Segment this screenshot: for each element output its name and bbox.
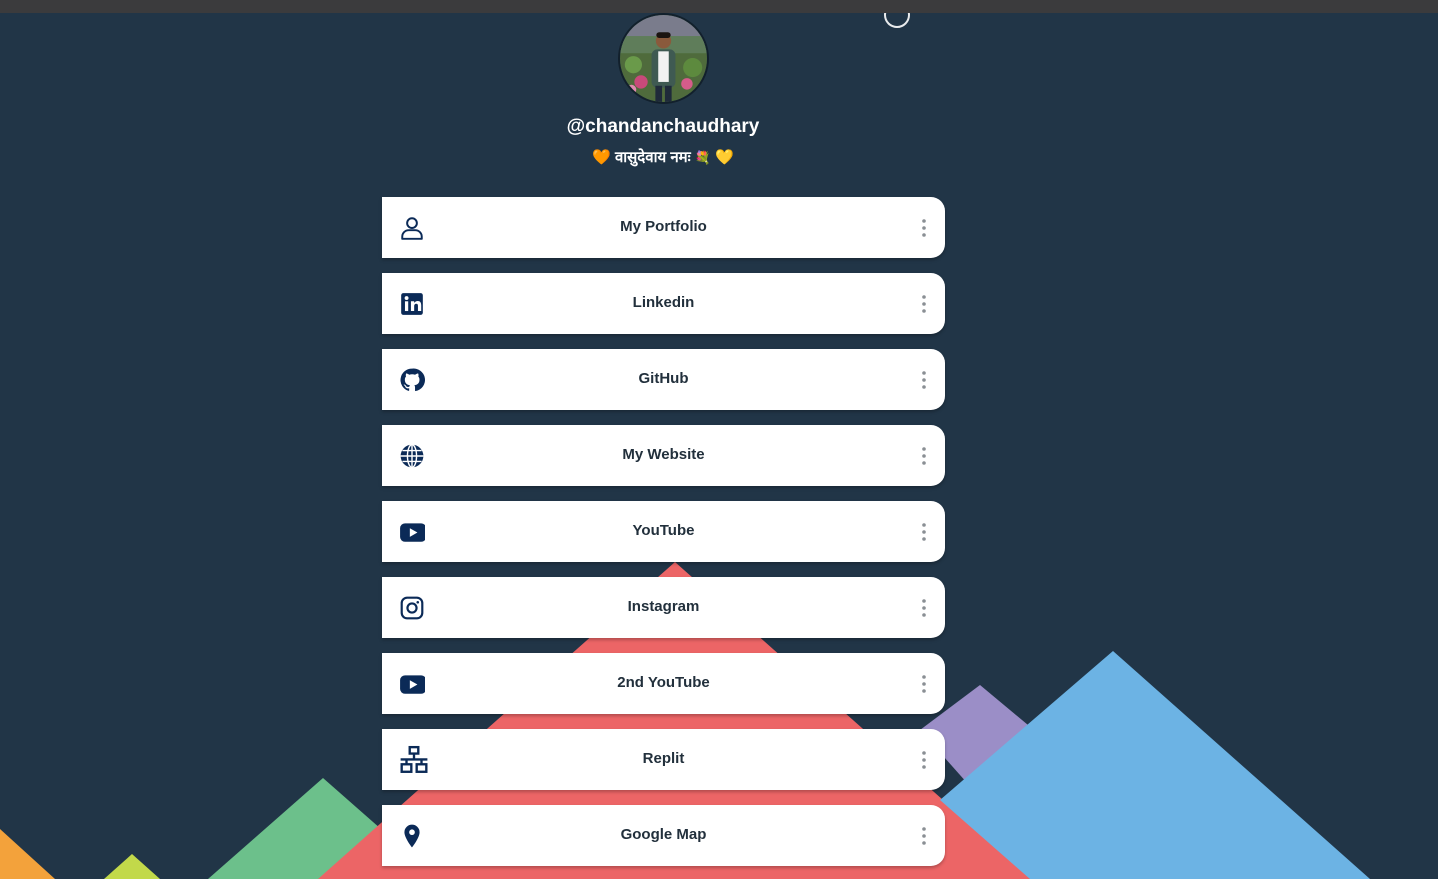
more-options-icon[interactable] xyxy=(917,445,931,467)
profile-header: @chandanchaudhary 🧡 वासुदेवाय नमः 💐 💛 xyxy=(0,0,1438,190)
more-options-icon[interactable] xyxy=(917,369,931,391)
linktree-page: @chandanchaudhary 🧡 वासुदेवाय नमः 💐 💛 My… xyxy=(0,0,1438,879)
link-github[interactable]: GitHub xyxy=(382,349,945,410)
link-linkedin[interactable]: Linkedin xyxy=(382,273,945,334)
link-instagram[interactable]: Instagram xyxy=(382,577,945,638)
link-label: YouTube xyxy=(632,522,695,539)
link-label: Google Map xyxy=(620,826,707,843)
more-options-icon[interactable] xyxy=(917,749,931,771)
bouquet-icon: 💐 xyxy=(694,150,712,165)
bio-text: वासुदेवाय नमः xyxy=(614,149,691,166)
link-label: My Portfolio xyxy=(620,218,707,235)
link-label: My Website xyxy=(622,446,705,463)
yellow-heart-icon: 💛 xyxy=(715,149,734,166)
orange-heart-icon: 🧡 xyxy=(592,149,611,166)
more-options-icon[interactable] xyxy=(917,825,931,847)
more-options-icon[interactable] xyxy=(917,217,931,239)
network-icon xyxy=(400,745,428,773)
person-icon xyxy=(401,217,423,240)
mountain-blue xyxy=(940,651,1370,879)
more-options-icon[interactable] xyxy=(917,293,931,315)
more-options-icon[interactable] xyxy=(917,597,931,619)
link-label: GitHub xyxy=(638,370,689,387)
avatar[interactable] xyxy=(618,13,709,104)
link-my-website[interactable]: My Website xyxy=(382,425,945,486)
profile-handle: @chandanchaudhary xyxy=(566,116,760,137)
mountain-yellow-green xyxy=(104,854,160,879)
link-2nd-youtube[interactable]: 2nd YouTube xyxy=(382,653,945,714)
avatar-photo xyxy=(620,15,707,102)
link-replit[interactable]: Replit xyxy=(382,729,945,790)
profile-bio: 🧡 वासुदेवाय नमः 💐 💛 xyxy=(0,147,1326,167)
more-options-icon[interactable] xyxy=(917,521,931,543)
links-list: My Portfolio Linkedin GitHub My Website … xyxy=(382,197,945,879)
youtube-icon xyxy=(400,675,425,694)
map-pin-icon xyxy=(404,824,420,848)
linkedin-icon xyxy=(401,293,423,315)
link-youtube[interactable]: YouTube xyxy=(382,501,945,562)
mountain-orange xyxy=(0,829,55,879)
youtube-icon xyxy=(400,523,425,542)
more-options-icon[interactable] xyxy=(917,673,931,695)
github-icon xyxy=(400,368,425,392)
globe-icon xyxy=(400,443,424,469)
link-label: Instagram xyxy=(627,598,700,615)
link-google-map[interactable]: Google Map xyxy=(382,805,945,866)
link-label: 2nd YouTube xyxy=(617,674,710,691)
link-label: Replit xyxy=(642,750,685,767)
link-my-portfolio[interactable]: My Portfolio xyxy=(382,197,945,258)
link-label: Linkedin xyxy=(632,294,695,311)
instagram-icon xyxy=(400,596,424,620)
